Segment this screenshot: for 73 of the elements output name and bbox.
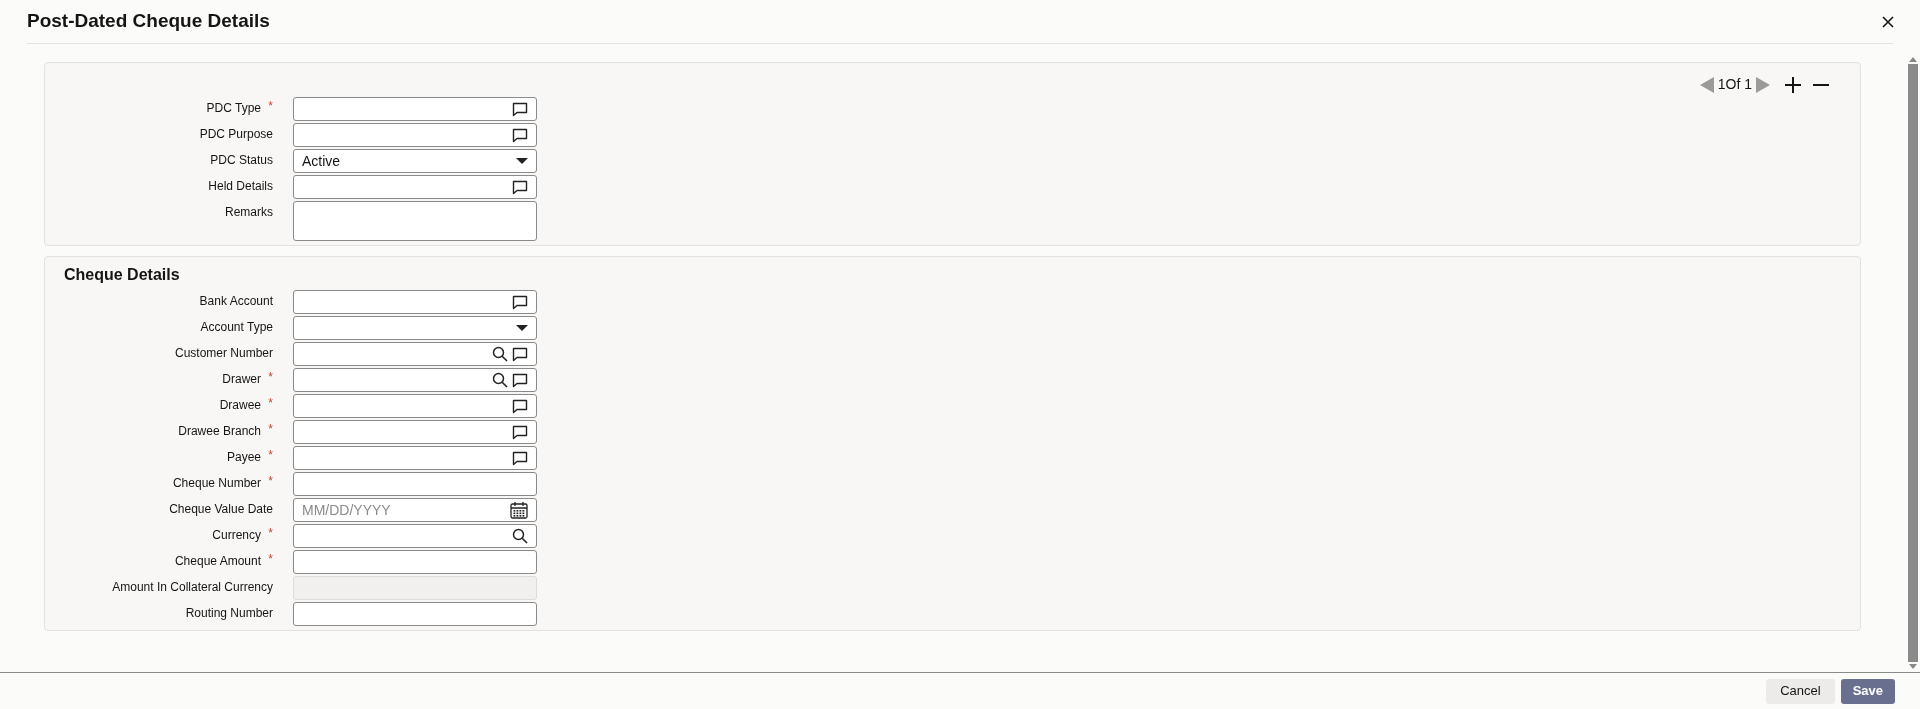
speech-bubble-icon[interactable] [512,424,528,440]
save-button[interactable]: Save [1840,678,1895,704]
speech-bubble-icon[interactable] [512,179,528,195]
input-field[interactable] [293,290,537,314]
calendar-icon[interactable] [510,501,528,519]
input-field[interactable] [293,524,537,548]
triangle-left-icon [1699,76,1714,93]
caret-icon[interactable] [516,324,528,332]
speech-bubble-icon[interactable] [512,346,528,362]
field-label: Drawee [219,398,261,412]
input-field[interactable] [293,602,537,626]
input-field[interactable] [293,342,537,366]
input-field[interactable] [293,472,537,496]
speech-bubble-icon[interactable] [512,101,528,117]
speech-bubble-icon[interactable] [512,127,528,143]
triangle-right-icon [1756,76,1770,93]
speech-bubble-icon[interactable] [512,450,528,466]
input-field[interactable] [293,123,537,147]
field-label: Cheque Amount [174,554,261,568]
field-label: Cheque Number [172,476,261,490]
required-asterisk: * [268,372,273,382]
input-field[interactable] [293,446,537,470]
field-label: Remarks [225,205,273,219]
input-field[interactable] [293,420,537,444]
input-field[interactable] [293,97,537,121]
window-title: Post-Dated Cheque Details [27,9,270,34]
add-button[interactable] [1784,75,1802,94]
field-label: Payee [226,450,261,464]
page-indicator: 1Of 1 [1717,75,1752,94]
previous-button[interactable] [1699,75,1714,94]
required-asterisk: * [268,101,273,111]
required-asterisk: * [268,450,273,460]
field-label: Customer Number [174,346,273,360]
close-icon [1882,15,1894,28]
speech-bubble-icon[interactable] [512,372,528,388]
scroll-up-icon[interactable] [1909,56,1917,62]
scrollbar-thumb[interactable] [1908,64,1918,662]
field-label: Drawer [222,372,261,386]
input-field[interactable] [293,394,537,418]
caret-icon[interactable] [516,157,528,165]
plus-icon [1785,76,1801,93]
required-asterisk: * [268,398,273,408]
cancel-button[interactable]: Cancel [1766,678,1835,704]
required-asterisk: * [268,528,273,538]
search-icon[interactable] [492,372,508,388]
scroll-down-icon[interactable] [1909,664,1917,670]
required-asterisk: * [268,424,273,434]
field-label: Currency [212,528,261,542]
field-label: Routing Number [185,606,273,620]
required-asterisk: * [268,554,273,564]
next-button[interactable] [1756,75,1770,94]
dropdown[interactable]: Active [293,149,537,173]
field-label: Cheque Value Date [169,502,273,516]
required-asterisk: * [268,476,273,486]
field-label: Account Type [200,320,273,334]
speech-bubble-icon[interactable] [512,398,528,414]
section-title: Cheque Details [64,265,181,285]
field-label: Held Details [208,179,273,193]
input-field[interactable] [293,175,537,199]
text-area[interactable] [293,201,537,241]
search-icon[interactable] [492,346,508,362]
minus-icon [1813,82,1829,87]
field-label: Amount In Collateral Currency [112,580,273,594]
field-label: Drawee Branch [178,424,261,438]
speech-bubble-icon[interactable] [512,294,528,310]
field-label: PDC Purpose [199,127,273,141]
field-label: PDC Status [210,153,273,167]
field-label: Bank Account [199,294,273,308]
search-icon[interactable] [512,528,528,544]
date-field[interactable]: MM/DD/YYYY [293,498,537,522]
field-label: PDC Type [206,101,261,115]
input-field[interactable] [293,368,537,392]
input-field[interactable] [293,550,537,574]
